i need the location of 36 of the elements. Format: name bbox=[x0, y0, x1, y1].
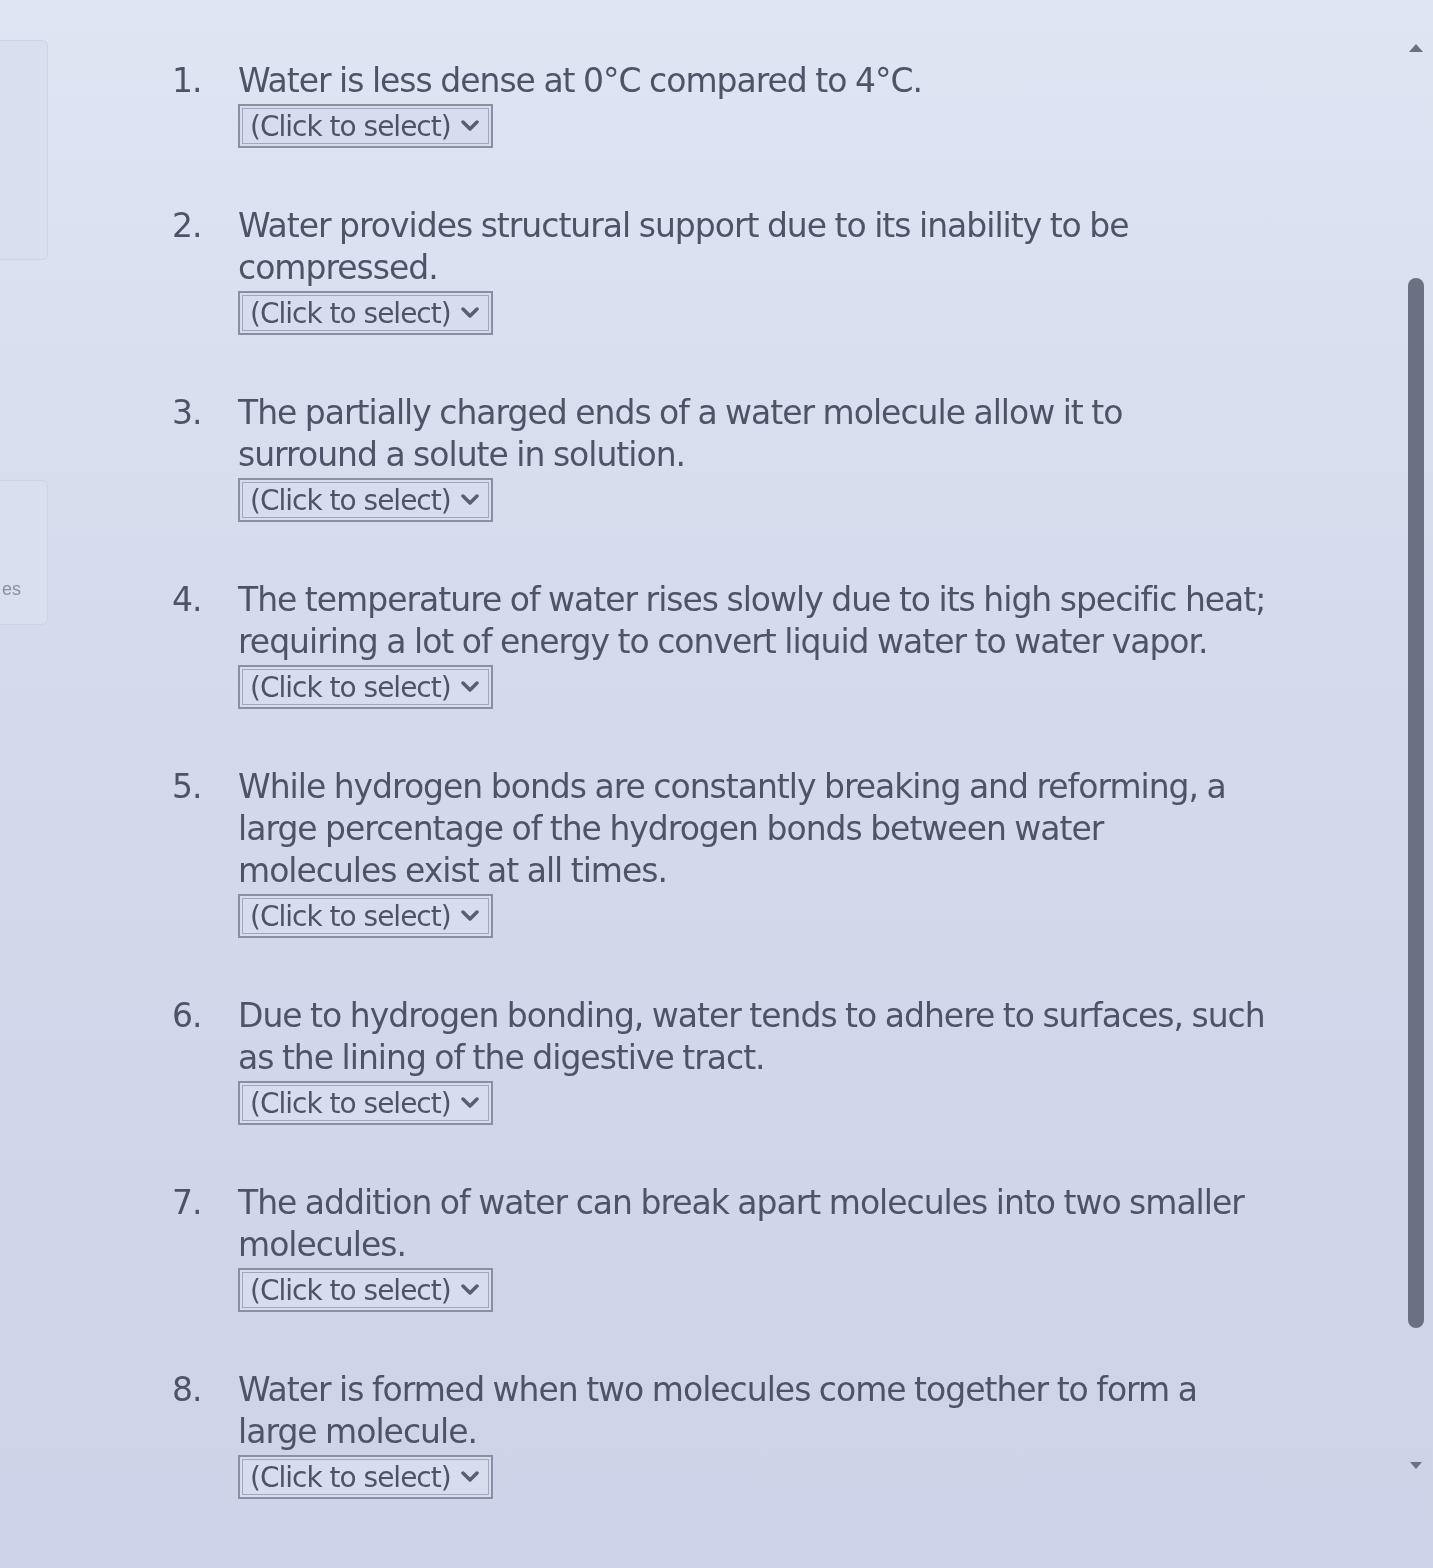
chevron-down-icon bbox=[460, 1284, 479, 1296]
question-text: While hydrogen bonds are constantly breaking and reforming, a large percentage of the hydrogen bonds between water molecules exist at all times. bbox=[238, 766, 1227, 892]
question-number: 2. bbox=[172, 205, 203, 247]
question-number: 3. bbox=[172, 392, 203, 434]
scroll-down-icon[interactable] bbox=[1410, 1462, 1422, 1469]
answer-dropdown[interactable]: (Click to select) bbox=[238, 104, 493, 148]
question-number: 4. bbox=[172, 579, 203, 621]
question-number: 5. bbox=[172, 766, 203, 808]
answer-dropdown[interactable]: (Click to select) bbox=[238, 291, 493, 335]
question-text: Water provides structural support due to its inability to be compressed. bbox=[238, 205, 1130, 289]
chevron-down-icon bbox=[460, 681, 479, 693]
answer-dropdown[interactable]: (Click to select) bbox=[238, 894, 493, 938]
question-text: The temperature of water rises slowly due to its high specific heat; requiring a lot of energy to convert liquid water to water vapor. bbox=[238, 579, 1267, 663]
answer-dropdown[interactable]: (Click to select) bbox=[238, 478, 493, 522]
question-number: 6. bbox=[172, 995, 203, 1037]
answer-dropdown[interactable]: (Click to select) bbox=[238, 1081, 493, 1125]
scroll-up-icon[interactable] bbox=[1409, 44, 1423, 52]
question-number: 1. bbox=[172, 60, 203, 102]
answer-dropdown[interactable]: (Click to select) bbox=[238, 1455, 493, 1499]
answer-dropdown[interactable]: (Click to select) bbox=[238, 665, 493, 709]
chevron-down-icon bbox=[460, 910, 479, 922]
chevron-down-icon bbox=[460, 1097, 479, 1109]
chevron-down-icon bbox=[460, 494, 479, 506]
question-text: The partially charged ends of a water molecule allow it to surround a solute in solution. bbox=[238, 392, 1124, 476]
question-number: 8. bbox=[172, 1369, 203, 1411]
question-number: 7. bbox=[172, 1182, 203, 1224]
question-text: The addition of water can break apart molecules into two smaller molecules. bbox=[238, 1182, 1246, 1266]
scrollbar-thumb[interactable] bbox=[1408, 278, 1424, 1328]
question-text: Water is less dense at 0°C compared to 4°C. bbox=[238, 60, 922, 102]
chevron-down-icon bbox=[460, 307, 479, 319]
chevron-down-icon bbox=[460, 120, 479, 132]
sidebar-label: es bbox=[1, 579, 21, 599]
question-text: Due to hydrogen bonding, water tends to adhere to surfaces, such as the lining of the digestive tract. bbox=[238, 995, 1266, 1079]
question-text: Water is formed when two molecules come together to form a large molecule. bbox=[238, 1369, 1198, 1453]
chevron-down-icon bbox=[460, 1471, 479, 1483]
answer-dropdown[interactable]: (Click to select) bbox=[238, 1268, 493, 1312]
